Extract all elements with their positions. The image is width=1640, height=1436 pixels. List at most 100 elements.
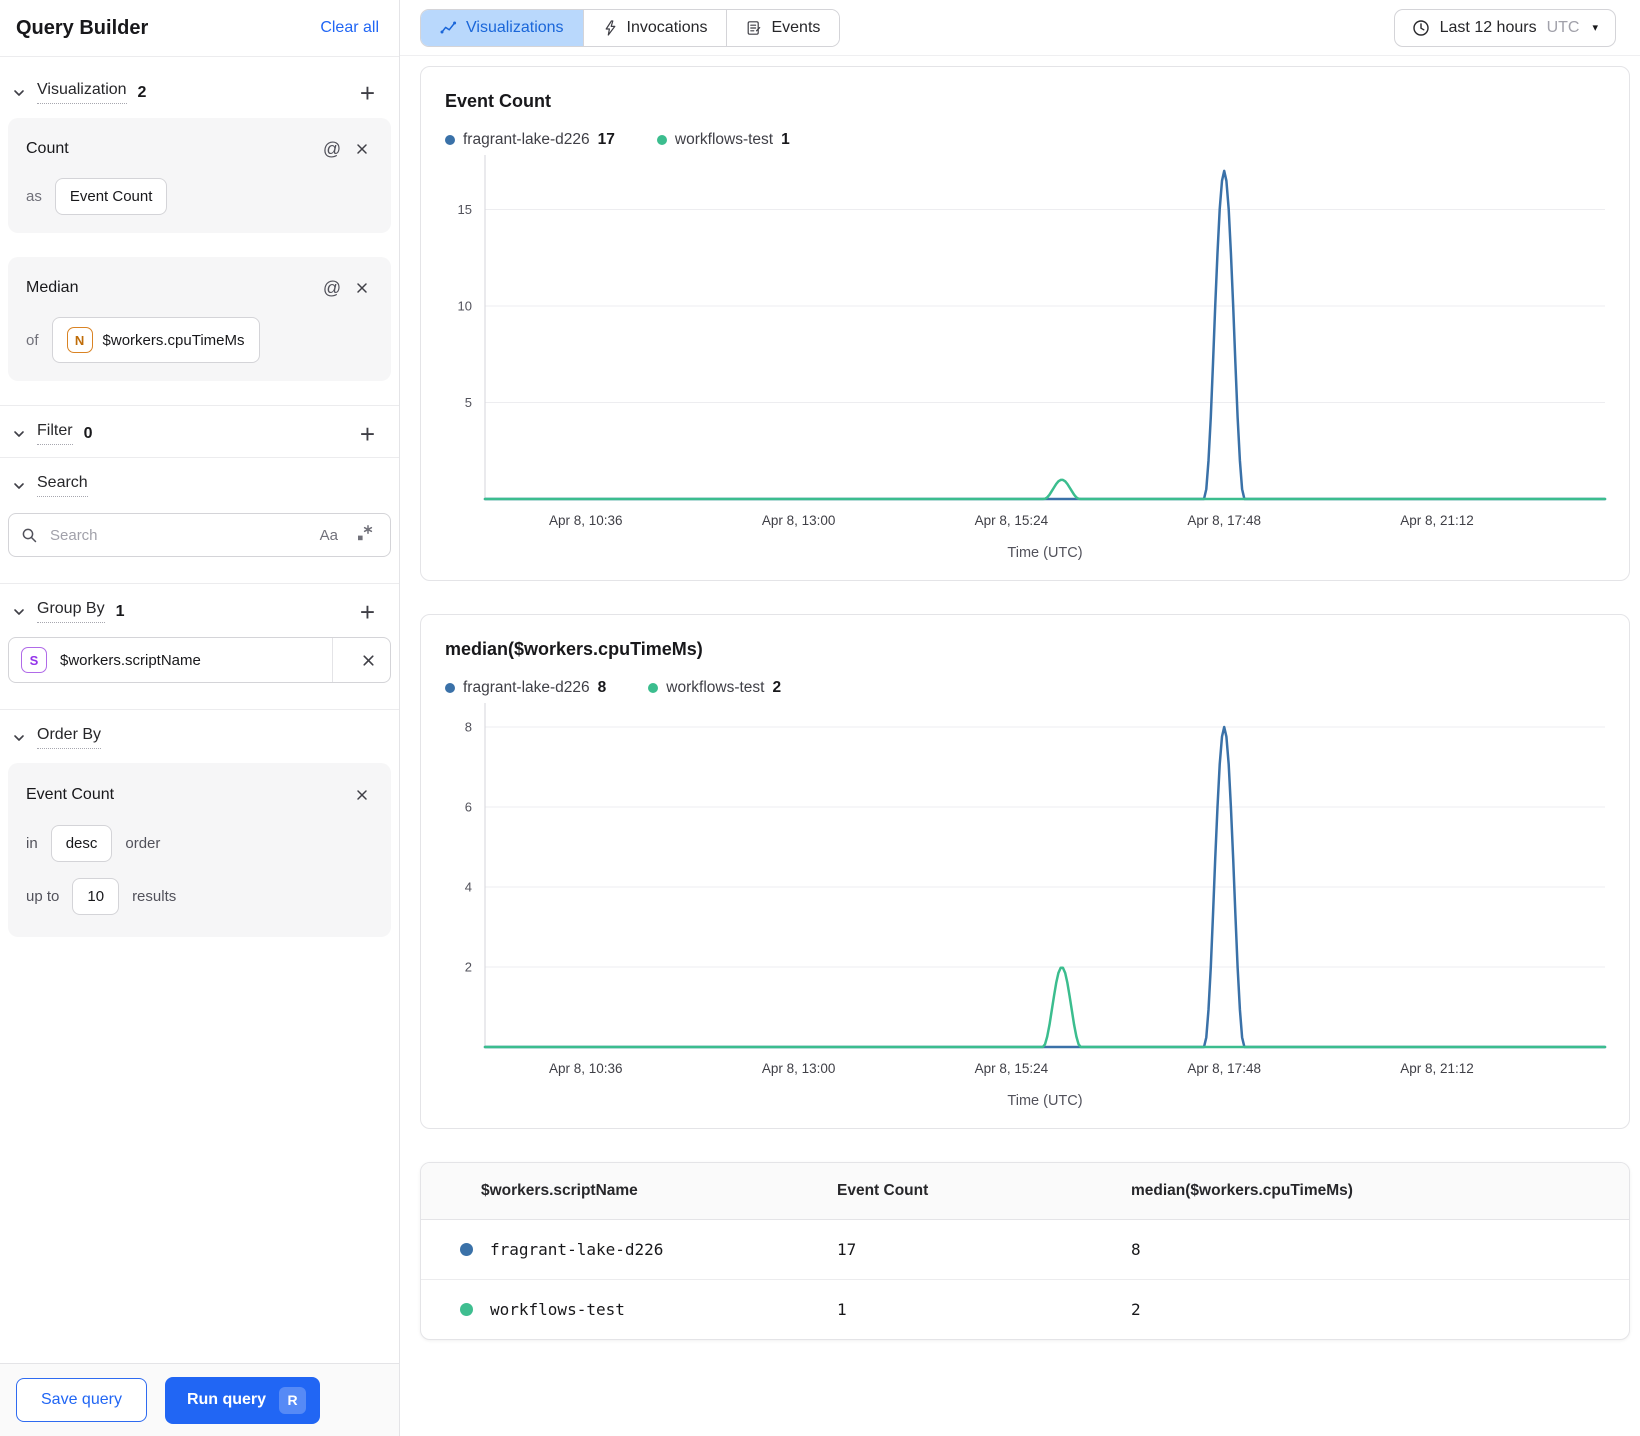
add-filter-button[interactable]: + (358, 421, 377, 447)
svg-text:Time (UTC): Time (UTC) (1007, 545, 1082, 561)
legend-item-fragrant-lake[interactable]: fragrant-lake-d226 17 (445, 131, 615, 149)
group-by-count: 1 (115, 602, 125, 620)
time-range-picker[interactable]: Last 12 hours UTC ▾ (1393, 8, 1616, 47)
tab-events-label: Events (771, 18, 821, 36)
content-area: Event Count fragrant-lake-d226 17 workfl… (400, 56, 1640, 1436)
save-query-button[interactable]: Save query (16, 1378, 147, 1422)
series-color-dot (460, 1303, 473, 1316)
chart-legend: fragrant-lake-d226 8 workflows-test 2 (445, 679, 1605, 697)
group-by-section-label: Group By (37, 600, 105, 623)
svg-text:4: 4 (465, 880, 472, 895)
svg-text:6: 6 (465, 800, 472, 815)
order-in-label: in (26, 835, 38, 852)
sort-direction-selector[interactable]: desc (50, 825, 113, 862)
close-icon (362, 654, 374, 666)
svg-text:Apr 8, 21:12: Apr 8, 21:12 (1400, 1061, 1474, 1076)
filter-collapse-toggle[interactable] (12, 427, 26, 441)
search-section-label: Search (37, 474, 88, 497)
order-by-field: Event Count (26, 786, 115, 803)
chevron-down-icon (14, 430, 24, 437)
svg-text:15: 15 (458, 202, 472, 217)
regex-toggle[interactable] (352, 524, 378, 546)
chart-line-icon (440, 21, 457, 34)
median-cpu-cell: 8 (1123, 1219, 1629, 1280)
run-query-button[interactable]: Run query R (164, 1376, 321, 1424)
tab-visualizations-label: Visualizations (466, 18, 564, 36)
svg-text:Apr 8, 17:48: Apr 8, 17:48 (1187, 1061, 1261, 1076)
group-by-remove-button[interactable] (346, 638, 390, 682)
count-remove-button[interactable] (347, 135, 377, 163)
svg-text:Apr 8, 15:24: Apr 8, 15:24 (975, 1061, 1049, 1076)
view-tabs: Visualizations Invocations Events (420, 8, 841, 47)
chart-title: median($workers.cpuTimeMs) (445, 639, 703, 659)
clear-all-button[interactable]: Clear all (320, 19, 379, 37)
search-box: Aa (8, 513, 391, 557)
search-collapse-toggle[interactable] (12, 479, 26, 493)
legend-series-name: workflows-test (674, 131, 774, 148)
median-visualization-card: Median @ of N $workers.cpuTimeMs (8, 257, 391, 381)
count-mention-button[interactable]: @ (317, 135, 347, 163)
svg-text:2: 2 (465, 960, 472, 975)
group-by-item[interactable]: S $workers.scriptName (8, 637, 391, 683)
filter-section-label: Filter (37, 422, 73, 445)
tab-visualizations[interactable]: Visualizations (421, 9, 584, 46)
order-order-label: order (125, 835, 161, 852)
topbar: Visualizations Invocations Events Last 1… (400, 0, 1640, 56)
search-section-header: Search (0, 458, 399, 509)
column-header-script-name: $workers.scriptName (421, 1163, 829, 1220)
count-visualization-card: Count @ as Event Count (8, 118, 391, 233)
order-by-remove-button[interactable] (347, 781, 377, 809)
legend-item-workflows-test[interactable]: workflows-test 1 (656, 131, 790, 149)
tab-invocations[interactable]: Invocations (583, 9, 728, 46)
median-remove-button[interactable] (347, 274, 377, 302)
series-color-dot (656, 135, 667, 145)
order-by-collapse-toggle[interactable] (12, 731, 26, 745)
timezone-label: UTC (1546, 18, 1580, 36)
legend-item-fragrant-lake[interactable]: fragrant-lake-d226 8 (445, 679, 606, 697)
add-group-by-button[interactable]: + (358, 599, 377, 625)
svg-text:Apr 8, 21:12: Apr 8, 21:12 (1400, 513, 1474, 528)
median-mention-button[interactable]: @ (317, 274, 347, 302)
group-by-collapse-toggle[interactable] (12, 605, 26, 619)
count-alias-field[interactable]: Event Count (54, 178, 168, 215)
svg-text:Apr 8, 13:00: Apr 8, 13:00 (762, 1061, 836, 1076)
series-color-dot (460, 1243, 473, 1256)
script-name-cell: fragrant-lake-d226 (490, 1240, 664, 1259)
results-table-card: $workers.scriptName Event Count median($… (420, 1162, 1630, 1340)
tab-invocations-label: Invocations (626, 18, 708, 36)
chart-legend: fragrant-lake-d226 17 workflows-test 1 (445, 131, 1605, 149)
legend-item-workflows-test[interactable]: workflows-test 2 (648, 679, 781, 697)
main-area: Visualizations Invocations Events Last 1… (400, 0, 1640, 1436)
visualization-collapse-toggle[interactable] (12, 86, 26, 100)
svg-text:Apr 8, 10:36: Apr 8, 10:36 (549, 1061, 623, 1076)
search-icon (22, 528, 37, 542)
match-case-toggle[interactable]: Aa (316, 527, 342, 544)
filter-count: 0 (83, 424, 93, 442)
close-icon (357, 790, 367, 800)
chevron-down-icon (14, 89, 24, 96)
series-color-dot (445, 135, 455, 145)
series-color-dot (445, 683, 455, 693)
group-by-section-header: Group By 1 + (0, 584, 399, 635)
legend-series-value: 2 (772, 679, 782, 696)
visualization-section-label: Visualization (37, 81, 127, 104)
tab-events[interactable]: Events (727, 9, 840, 46)
median-field-selector[interactable]: N $workers.cpuTimeMs (51, 317, 260, 363)
run-query-label: Run query (186, 1391, 267, 1408)
lightning-icon (605, 19, 615, 36)
event-count-chart-card: Event Count fragrant-lake-d226 17 workfl… (420, 66, 1630, 581)
legend-series-value: 8 (597, 679, 607, 696)
chevron-down-icon (14, 734, 24, 741)
median-field-value: $workers.cpuTimeMs (102, 331, 245, 349)
divider (332, 638, 333, 682)
string-type-icon: S (21, 647, 47, 673)
result-limit-field[interactable]: 10 (72, 878, 120, 915)
results-table: $workers.scriptName Event Count median($… (421, 1163, 1629, 1339)
page-title: Query Builder (16, 16, 149, 39)
add-visualization-button[interactable]: + (358, 80, 377, 106)
group-by-field-value: $workers.scriptName (60, 651, 201, 669)
search-input[interactable] (48, 525, 306, 545)
median-cpu-cell: 2 (1131, 1300, 1141, 1319)
svg-text:10: 10 (458, 298, 472, 313)
table-header-row: $workers.scriptName Event Count median($… (421, 1163, 1629, 1220)
